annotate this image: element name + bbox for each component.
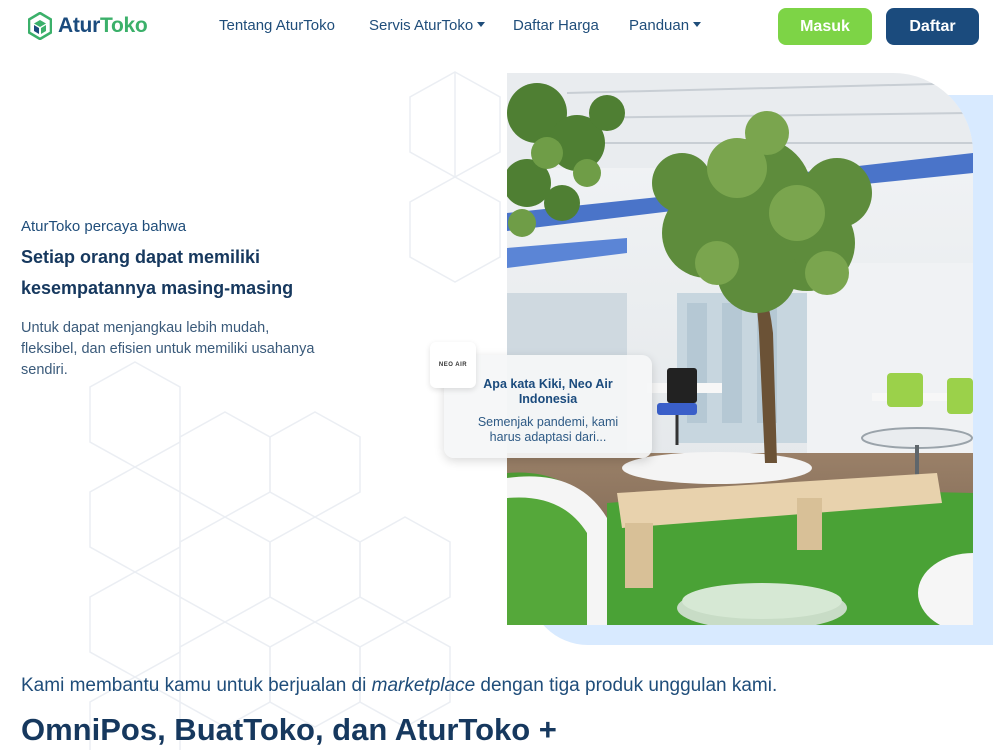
brand-name: AturToko — [58, 14, 148, 37]
hero-description: Untuk dapat menjangkau lebih mudah, flek… — [21, 320, 315, 378]
hero-title: Setiap orang dapat memiliki kesempatanny… — [21, 247, 294, 298]
products-lead-italic: marketplace — [371, 675, 476, 696]
testimonial-company-logo: NEO AIR — [430, 342, 476, 388]
products-lead-text-end: dengan tiga produk unggulan kami. — [475, 675, 778, 696]
company-logo-text: NEO AIR — [438, 362, 468, 368]
hero-kicker: AturToko percaya bahwa — [21, 218, 187, 235]
products-lead: Kami membantu kamu untuk berjualan di ma… — [21, 675, 777, 697]
nav-link-label: Tentang AturToko — [219, 17, 335, 34]
nav-link-label: Servis AturToko — [369, 17, 474, 34]
nav-link-panduan[interactable]: Panduan — [629, 17, 702, 34]
nav-link-label: Panduan — [629, 17, 690, 34]
hexagon-box-icon — [28, 12, 52, 40]
chevron-down-icon — [693, 21, 702, 27]
navbar: AturToko Tentang AturToko Servis AturTok… — [0, 0, 1000, 52]
login-button[interactable]: Masuk — [778, 8, 872, 45]
register-button[interactable]: Daftar — [886, 8, 979, 45]
brand-logo[interactable]: AturToko — [28, 12, 148, 40]
office-photo — [507, 73, 973, 625]
products-title: OmniPos, BuatToko, dan AturToko + — [21, 712, 557, 747]
testimonial-quote: Semenjak pandemi, kami harus adaptasi da… — [477, 415, 619, 444]
nav-link-harga[interactable]: Daftar Harga — [513, 17, 599, 34]
chevron-down-icon — [477, 21, 486, 27]
hexagon-pattern-decoration — [89, 71, 501, 750]
nav-link-tentang[interactable]: Tentang AturToko — [219, 17, 335, 34]
nav-link-label: Daftar Harga — [513, 17, 599, 34]
nav-link-servis[interactable]: Servis AturToko — [369, 17, 486, 34]
products-lead-text: Kami membantu kamu untuk berjualan di — [21, 675, 372, 696]
